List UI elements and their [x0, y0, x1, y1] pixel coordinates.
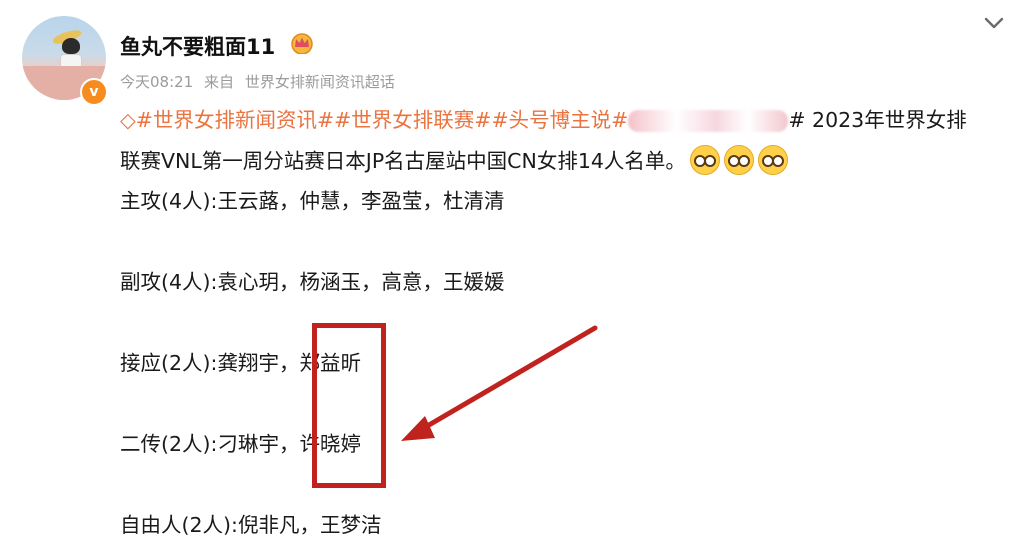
post-time[interactable]: 今天08:21	[120, 73, 193, 91]
roster-liberos: 自由人(2人):倪非凡，王梦洁	[120, 513, 382, 537]
source-prefix: 来自	[204, 73, 235, 91]
roster-middle-blockers: 副攻(4人):袁心玥，杨涵玉，高意，王媛媛	[120, 270, 505, 294]
intro-tail: # 2023年世界女排	[788, 108, 967, 132]
emoji-icon	[723, 144, 754, 175]
avatar-figure-head	[62, 38, 80, 54]
annotation-highlight-box	[312, 323, 386, 488]
post-line-2: 联赛VNL第一周分站赛日本JP名古屋站中国CN女排14人名单。	[120, 141, 1000, 182]
topic-link[interactable]: #世界女排联赛#	[334, 108, 491, 132]
username[interactable]: 鱼丸不要粗面11	[120, 31, 275, 61]
post-line-1: ◇#世界女排新闻资讯##世界女排联赛##头号博主说# # 2023年世界女排	[120, 100, 1000, 141]
chevron-down-icon[interactable]	[982, 14, 1006, 32]
intro-line-2: 联赛VNL第一周分站赛日本JP名古屋站中国CN女排14人名单。	[120, 148, 686, 173]
emoji-icon	[757, 144, 788, 175]
blurred-topic	[628, 110, 789, 132]
emoji-icon	[689, 144, 720, 175]
post-meta: 今天08:21 来自 世界女排新闻资讯超话	[120, 71, 401, 92]
roster-outside-hitters: 主攻(4人):王云蕗，仲慧，李盈莹，杜清清	[120, 189, 505, 213]
supertopic-icon: ◇	[120, 108, 136, 132]
arrow-icon	[401, 325, 598, 441]
source-link[interactable]: 世界女排新闻资讯超话	[245, 73, 395, 91]
topic-link[interactable]: #头号博主说#	[491, 108, 628, 132]
topic-link[interactable]: #世界女排新闻资讯#	[136, 108, 334, 132]
verified-badge-icon: v	[80, 78, 108, 106]
crown-icon	[291, 33, 313, 54]
